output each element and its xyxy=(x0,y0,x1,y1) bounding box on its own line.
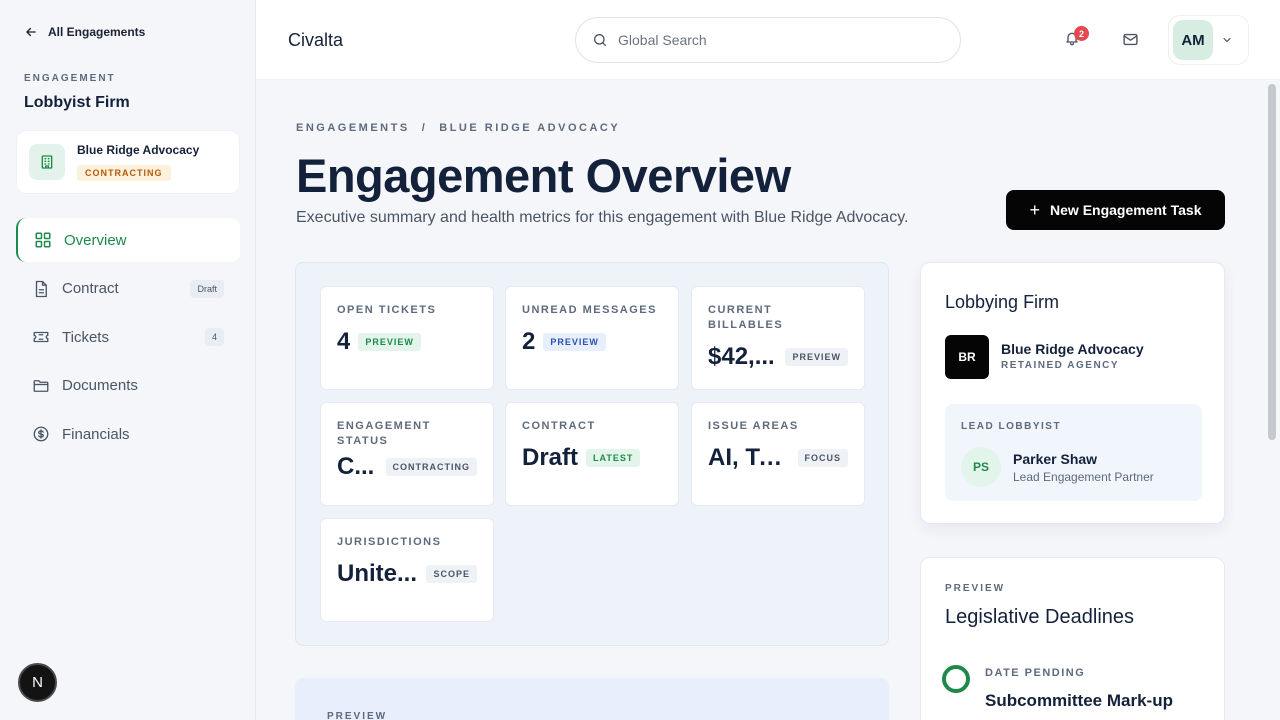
metric-tag: LATEST xyxy=(586,449,641,467)
dollar-icon xyxy=(33,426,49,442)
contract-draft-badge: Draft xyxy=(190,279,224,298)
client-name: Blue Ridge Advocacy xyxy=(77,143,200,157)
metric-label: UNREAD MESSAGES xyxy=(522,304,657,316)
metric-label: ISSUE AREAS xyxy=(708,420,799,432)
back-link-label: All Engagements xyxy=(48,25,146,39)
new-task-label: New Engagement Task xyxy=(1050,202,1202,218)
avatar: PS xyxy=(961,447,1001,487)
metric-tag: PREVIEW xyxy=(785,348,848,366)
metric-tag: SCOPE xyxy=(426,565,477,583)
metric-label: JURISDICTIONS xyxy=(337,536,442,548)
breadcrumb: ENGAGEMENTS / BLUE RIDGE ADVOCACY xyxy=(296,122,626,134)
search-input[interactable] xyxy=(618,32,938,48)
sidebar-item-tickets[interactable]: Tickets 4 xyxy=(16,315,240,359)
metric-value: $42,... xyxy=(708,343,775,370)
global-search[interactable] xyxy=(575,17,961,63)
lead-name: Parker Shaw xyxy=(1013,451,1098,467)
messages-button[interactable] xyxy=(1122,31,1140,49)
back-to-engagements-link[interactable]: All Engagements xyxy=(24,25,145,39)
new-engagement-task-button[interactable]: + New Engagement Task xyxy=(1006,190,1225,230)
metric-jurisdictions[interactable]: JURISDICTIONS Unite... SCOPE xyxy=(320,518,494,622)
sidebar-item-financials[interactable]: Financials xyxy=(16,412,240,456)
metric-value: Draft xyxy=(522,444,579,471)
mail-icon xyxy=(1123,33,1138,46)
avatar: AM xyxy=(1173,20,1213,60)
metric-current-billables[interactable]: CURRENT BILLABLES $42,... PREVIEW xyxy=(691,286,865,390)
deadlines-title: Legislative Deadlines xyxy=(945,606,1135,628)
metric-value: 2 xyxy=(522,328,536,355)
sidebar-item-label: Overview xyxy=(64,231,127,249)
breadcrumb-current: BLUE RIDGE ADVOCACY xyxy=(439,122,621,134)
metric-label: ENGAGEMENT STATUS xyxy=(337,420,431,447)
folder-icon xyxy=(33,379,49,392)
grid-icon xyxy=(35,232,51,248)
metric-open-tickets[interactable]: OPEN TICKETS 4 PREVIEW xyxy=(320,286,494,390)
deadline-item[interactable]: Subcommittee Mark-up xyxy=(985,691,1173,711)
building-icon xyxy=(29,144,65,180)
breadcrumb-engagements[interactable]: ENGAGEMENTS xyxy=(296,122,410,134)
deadline-status: DATE PENDING xyxy=(985,667,1086,679)
sidebar-item-label: Documents xyxy=(62,377,138,394)
chevron-down-icon xyxy=(1223,37,1231,43)
dev-tools-bubble[interactable]: N xyxy=(18,663,57,702)
metric-engagement-status[interactable]: ENGAGEMENT STATUS C... CONTRACTING xyxy=(320,402,494,506)
lead-label: LEAD LOBBYIST xyxy=(961,421,1062,432)
lead-lobbyist-box[interactable]: LEAD LOBBYIST PS Parker Shaw Lead Engage… xyxy=(945,404,1202,501)
sidebar-item-contract[interactable]: Contract Draft xyxy=(16,267,240,311)
metric-value: AI, Te... xyxy=(708,444,790,471)
lead-role: Lead Engagement Partner xyxy=(1013,470,1154,484)
sidebar-item-label: Financials xyxy=(62,425,130,443)
firm-card-title: Lobbying Firm xyxy=(945,292,1060,312)
metric-tag: CONTRACTING xyxy=(385,458,477,476)
metric-tag: PREVIEW xyxy=(358,333,421,351)
metric-label: OPEN TICKETS xyxy=(337,304,437,316)
brand-logo[interactable]: Civalta xyxy=(288,30,343,51)
top-header: Civalta 2 AM xyxy=(256,0,1280,80)
document-icon xyxy=(35,280,47,297)
sidebar-item-overview[interactable]: Overview xyxy=(16,218,240,262)
breadcrumb-separator: / xyxy=(421,122,428,134)
engagement-firm-type: Lobbyist Firm xyxy=(24,94,130,111)
sidebar-item-label: Contract xyxy=(62,280,119,297)
metric-value: C... xyxy=(337,453,375,480)
metric-label: CONTRACT xyxy=(522,420,596,432)
sidebar-item-label: Tickets xyxy=(62,328,109,346)
firm-name[interactable]: Blue Ridge Advocacy xyxy=(1001,341,1144,357)
profile-menu[interactable]: AM xyxy=(1168,15,1249,65)
notification-count-badge: 2 xyxy=(1074,26,1089,41)
preview-panel: PREVIEW xyxy=(295,678,889,720)
search-icon xyxy=(594,34,606,46)
metric-value: Unite... xyxy=(337,560,418,587)
sidebar: All Engagements ENGAGEMENT Lobbyist Firm… xyxy=(0,0,256,720)
status-ring-icon xyxy=(942,665,970,693)
firm-type: RETAINED AGENCY xyxy=(1001,360,1120,371)
metric-unread-messages[interactable]: UNREAD MESSAGES 2 PREVIEW xyxy=(505,286,679,390)
legislative-deadlines-card: PREVIEW Legislative Deadlines DATE PENDI… xyxy=(920,557,1225,720)
engagement-section-label: ENGAGEMENT xyxy=(24,73,116,84)
sidebar-item-documents[interactable]: Documents xyxy=(16,364,240,408)
notifications-button[interactable]: 2 xyxy=(1064,26,1089,52)
page-subtitle: Executive summary and health metrics for… xyxy=(296,209,909,226)
metric-tag: FOCUS xyxy=(797,449,848,467)
metric-value: 4 xyxy=(337,328,351,355)
metric-tag: PREVIEW xyxy=(543,333,606,351)
metric-issue-areas[interactable]: ISSUE AREAS AI, Te... FOCUS xyxy=(691,402,865,506)
sidebar-nav: Overview Contract Draft Tickets 4 Docume… xyxy=(16,218,240,461)
deadlines-preview-label: PREVIEW xyxy=(945,583,1006,594)
page-scrollbar[interactable] xyxy=(1268,84,1276,440)
preview-panel-label: PREVIEW xyxy=(327,711,388,720)
arrow-left-icon xyxy=(26,27,36,37)
ticket-icon xyxy=(33,331,49,343)
tickets-count-badge: 4 xyxy=(204,328,224,346)
metrics-panel: OPEN TICKETS 4 PREVIEW UNREAD MESSAGES 2… xyxy=(295,262,889,646)
firm-logo: BR xyxy=(945,335,989,379)
client-status-badge: CONTRACTING xyxy=(77,165,171,181)
page-title: Engagement Overview xyxy=(296,149,791,202)
plus-icon: + xyxy=(1029,199,1041,220)
lobbying-firm-card: Lobbying Firm BR Blue Ridge Advocacy RET… xyxy=(920,262,1225,524)
metric-label: CURRENT BILLABLES xyxy=(708,304,784,331)
client-card[interactable]: Blue Ridge Advocacy CONTRACTING xyxy=(16,130,240,194)
metric-contract[interactable]: CONTRACT Draft LATEST xyxy=(505,402,679,506)
